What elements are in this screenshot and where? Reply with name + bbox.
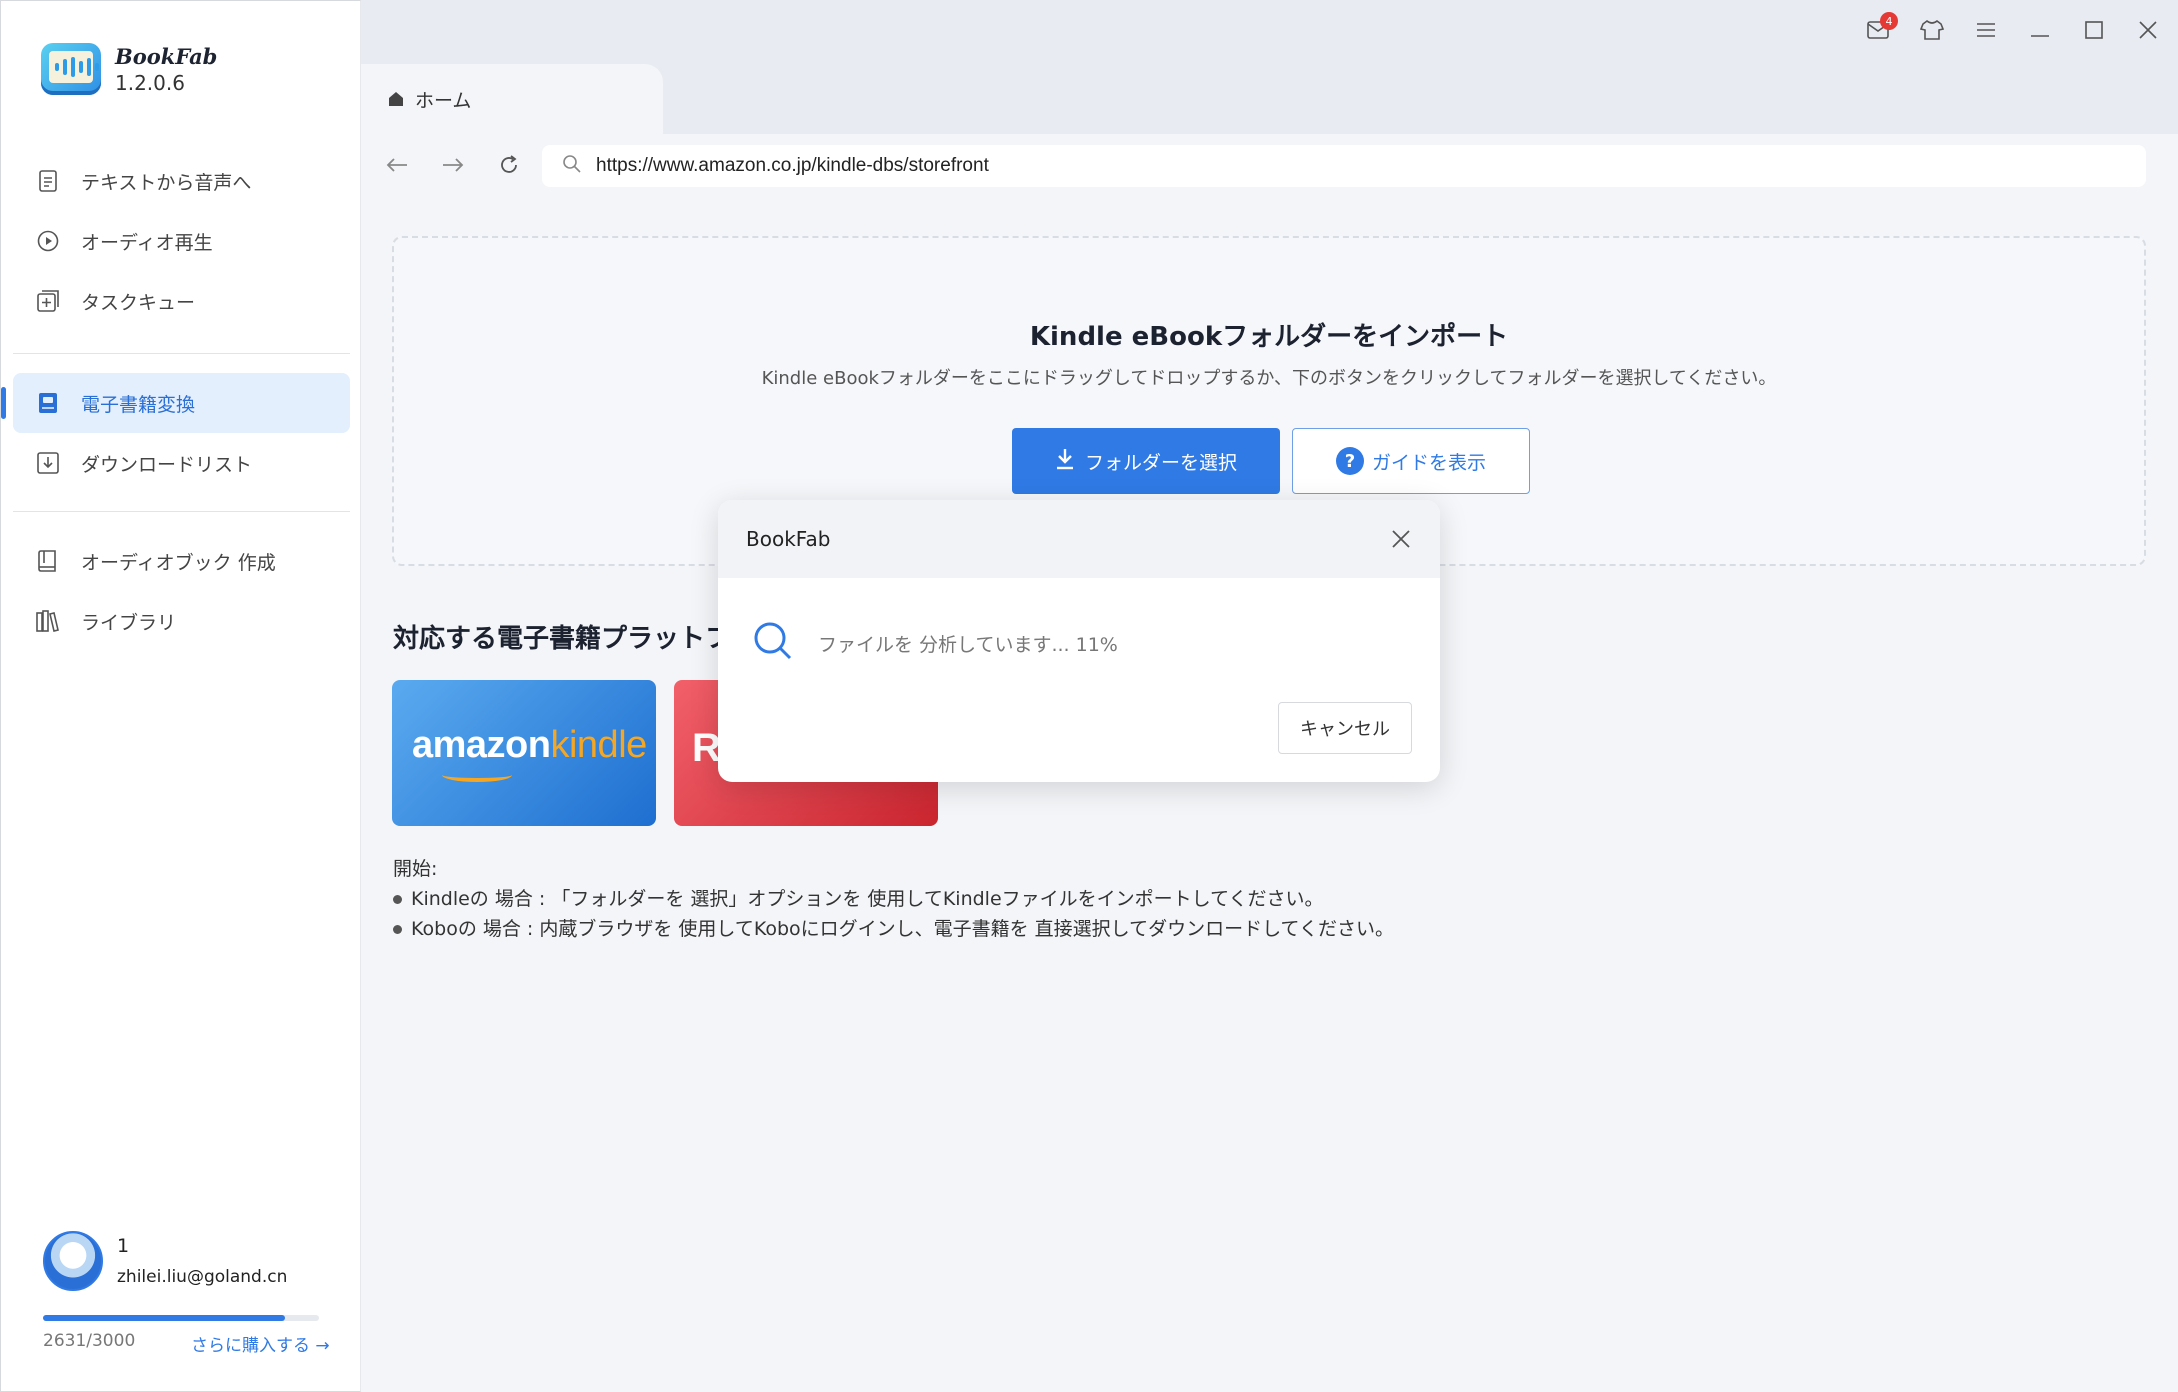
import-title: Kindle eBookフォルダーをインポート <box>1029 322 1509 352</box>
sidebar-item-library[interactable]: ライブラリ <box>13 591 350 651</box>
maximize-button[interactable] <box>2082 18 2106 46</box>
download-box-icon <box>35 450 61 476</box>
sidebar-divider <box>13 511 350 512</box>
sidebar-item-label: ダウンロードリスト <box>81 453 253 476</box>
sidebar-item-label: 電子書籍変換 <box>81 393 196 416</box>
close-window-button[interactable] <box>2136 18 2160 46</box>
forward-button[interactable] <box>440 150 466 184</box>
sidebar-item-audio-playback[interactable]: オーディオ再生 <box>13 211 350 271</box>
sidebar-item-audiobook-create[interactable]: オーディオブック 作成 <box>13 531 350 591</box>
hamburger-icon <box>1976 22 1996 42</box>
queue-add-icon <box>35 288 61 314</box>
kindle-logo-kindle: kindle <box>550 724 647 766</box>
sidebar-item-label: オーディオブック 作成 <box>81 551 276 574</box>
dialog-body: ファイルを 分析しています... 11% <box>752 620 1118 666</box>
sidebar-item-text-to-speech[interactable]: テキストから音声へ <box>13 151 350 211</box>
dialog-header: BookFab <box>718 500 1440 578</box>
close-icon <box>1392 530 1410 548</box>
menu-button[interactable] <box>1974 18 1998 46</box>
analyzing-dialog: BookFab ファイルを 分析しています... 11% キャンセル <box>718 500 1440 782</box>
sidebar-item-label: オーディオ再生 <box>81 231 213 254</box>
sidebar-divider <box>13 353 350 354</box>
tab-label: ホーム <box>415 89 472 112</box>
kindle-logo: amazonkindle <box>412 724 647 767</box>
select-folder-label: フォルダーを選択 <box>1084 451 1237 474</box>
avatar <box>43 1231 103 1291</box>
app-logo-icon <box>41 43 101 95</box>
dialog-message: ファイルを 分析しています... 11% <box>818 633 1118 656</box>
search-spinner-icon <box>752 620 794 666</box>
home-icon <box>387 90 405 108</box>
select-folder-button[interactable]: フォルダーを選択 <box>1012 428 1280 494</box>
url-text: https://www.amazon.co.jp/kindle-dbs/stor… <box>596 155 989 176</box>
dialog-title: BookFab <box>746 527 831 551</box>
mail-button[interactable]: 4 <box>1866 12 1898 46</box>
app-version: 1.2.0.6 <box>115 70 185 95</box>
show-guide-button[interactable]: ? ガイドを表示 <box>1292 428 1530 494</box>
sidebar-item-label: ライブラリ <box>81 611 177 634</box>
close-icon <box>2138 20 2158 44</box>
quota-text: 2631/3000 <box>43 1331 136 1351</box>
document-icon <box>35 168 61 194</box>
sidebar-item-task-queue[interactable]: タスクキュー <box>13 271 350 331</box>
dialog-close-button[interactable] <box>1388 526 1414 552</box>
sidebar-item-ebook-convert[interactable]: 電子書籍変換 <box>1 373 350 433</box>
search-icon <box>562 154 582 178</box>
user-name: 1 <box>117 1235 130 1257</box>
arrow-left-icon <box>386 157 408 177</box>
minimize-button[interactable] <box>2028 18 2052 46</box>
maximize-icon <box>2084 20 2104 44</box>
quota-progress <box>43 1315 319 1321</box>
user-profile[interactable]: 1 zhilei.liu@goland.cn <box>43 1231 287 1291</box>
kindle-card[interactable]: amazonkindle <box>392 680 656 826</box>
sidebar: BookFab 1.2.0.6 テキストから音声へ オーディオ再生 タスクキュー… <box>0 0 361 1392</box>
cancel-button[interactable]: キャンセル <box>1278 702 1412 754</box>
mail-badge: 4 <box>1880 12 1898 30</box>
howto-kobo: Koboの 場合 : 内蔵ブラウザを 使用してKoboにログインし、電子書籍を … <box>393 914 1394 944</box>
minimize-icon <box>2030 23 2050 42</box>
shirt-icon <box>1919 19 1945 44</box>
tab-home[interactable]: ホーム <box>361 64 663 134</box>
show-guide-label: ガイドを表示 <box>1371 451 1486 474</box>
library-icon <box>35 608 61 634</box>
ebook-icon <box>35 390 61 416</box>
window-controls: 4 <box>1866 12 2160 46</box>
arrow-right-icon <box>442 157 464 177</box>
platforms-title: 対応する電子書籍プラットフォ <box>393 624 758 654</box>
nav-group-1: テキストから音声へ オーディオ再生 タスクキュー <box>13 151 350 331</box>
nav-group-2: 電子書籍変換 ダウンロードリスト <box>1 373 350 493</box>
nav-group-3: オーディオブック 作成 ライブラリ <box>13 531 350 651</box>
help-icon: ? <box>1335 447 1364 475</box>
import-subtitle: Kindle eBookフォルダーをここにドラッグしてドロップするか、下のボタン… <box>761 368 1777 389</box>
sidebar-item-label: テキストから音声へ <box>81 171 252 194</box>
play-circle-icon <box>35 228 61 254</box>
theme-button[interactable] <box>1919 18 1945 46</box>
sidebar-item-label: タスクキュー <box>81 291 196 314</box>
reload-icon <box>499 155 519 179</box>
getting-started-heading: 開始: <box>393 858 438 880</box>
sidebar-item-download-list[interactable]: ダウンロードリスト <box>13 433 350 493</box>
buy-more-link[interactable]: さらに購入する → <box>191 1331 330 1356</box>
url-bar[interactable]: https://www.amazon.co.jp/kindle-dbs/stor… <box>542 145 2146 187</box>
app-name: BookFab <box>115 43 218 69</box>
brand: BookFab 1.2.0.6 <box>41 41 217 97</box>
amazon-smile-icon <box>442 768 512 782</box>
audiobook-icon <box>35 548 61 574</box>
getting-started: 開始: Kindleの 場合 : 「フォルダーを 選択」オプションを 使用してK… <box>393 854 1394 944</box>
download-icon <box>1055 448 1075 475</box>
howto-kindle: Kindleの 場合 : 「フォルダーを 選択」オプションを 使用してKindl… <box>393 884 1394 914</box>
browser-nav <box>384 150 522 184</box>
reload-button[interactable] <box>496 150 522 184</box>
user-email: zhilei.liu@goland.cn <box>117 1267 288 1287</box>
back-button[interactable] <box>384 150 410 184</box>
quota-progress-fill <box>43 1315 286 1321</box>
kindle-logo-amazon: amazon <box>412 724 551 766</box>
